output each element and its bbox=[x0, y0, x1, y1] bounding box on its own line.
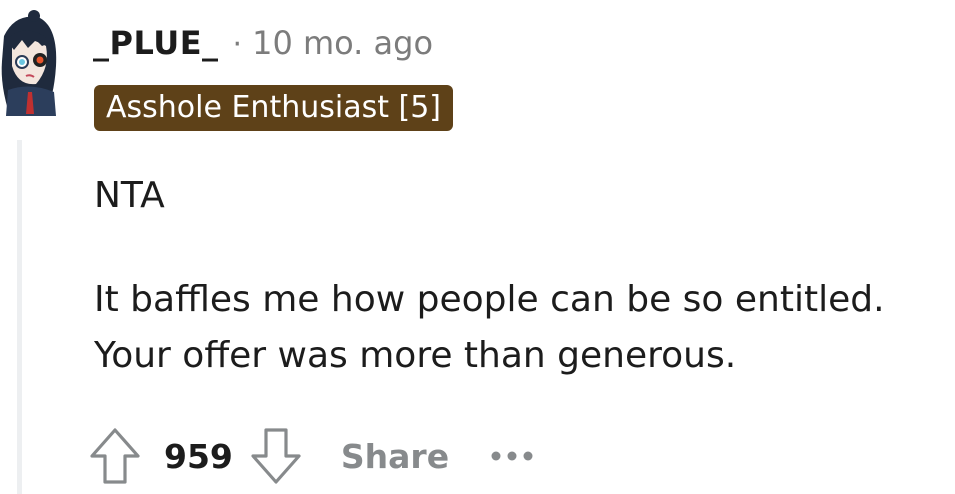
comment-paragraph: It baffles me how people can be so entit… bbox=[94, 279, 885, 320]
comment-paragraph: NTA bbox=[94, 175, 165, 216]
arrow-down-icon bbox=[251, 428, 301, 484]
comment-body: NTA It baffles me how people can be so e… bbox=[94, 168, 885, 384]
more-options-button[interactable] bbox=[489, 424, 543, 488]
upvote-button[interactable] bbox=[86, 424, 144, 488]
arrow-up-icon bbox=[90, 428, 140, 484]
timestamp-link[interactable]: 10 mo. ago bbox=[252, 24, 433, 62]
user-flair: Asshole Enthusiast [5] bbox=[94, 85, 454, 131]
comment-meta: _PLUE_ · 10 mo. ago bbox=[93, 24, 433, 62]
ellipsis-icon bbox=[491, 451, 533, 461]
avatar-image bbox=[1, 10, 57, 116]
comment-paragraph: Your offer was more than generous. bbox=[94, 335, 737, 376]
share-button[interactable]: Share bbox=[341, 437, 449, 476]
meta-separator: · bbox=[232, 27, 243, 62]
avatar[interactable] bbox=[0, 6, 64, 116]
username-link[interactable]: _PLUE_ bbox=[93, 24, 219, 62]
thread-line[interactable] bbox=[17, 140, 22, 494]
downvote-button[interactable] bbox=[247, 424, 305, 488]
comment-actions: 959 Share bbox=[86, 424, 543, 488]
vote-score: 959 bbox=[164, 436, 233, 476]
